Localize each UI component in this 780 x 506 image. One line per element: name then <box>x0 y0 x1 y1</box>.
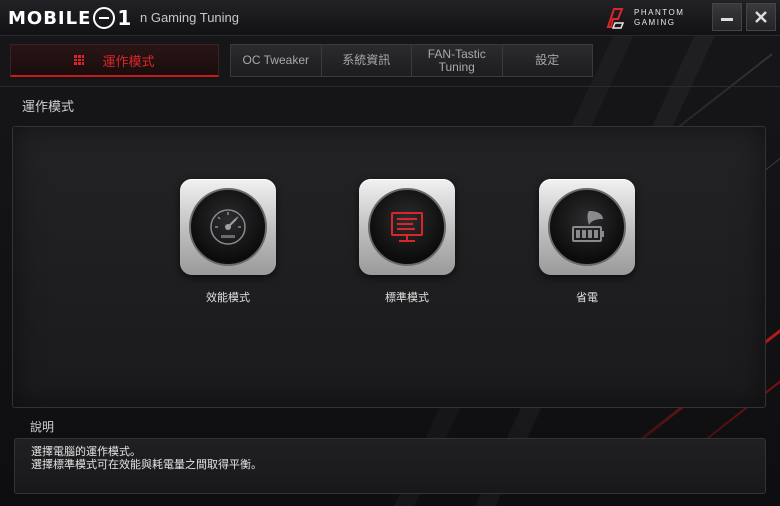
brand-text: PHANTOM GAMING <box>634 8 684 28</box>
mode-panel: 效能模式 標準模式 省電 <box>12 126 766 408</box>
app-title: n Gaming Tuning <box>140 10 240 25</box>
title-bar: MOBILE 1 n Gaming Tuning PHANTOM GAMING <box>0 0 780 36</box>
tab-system-info[interactable]: 系統資訊 <box>322 45 412 76</box>
tab-settings[interactable]: 設定 <box>503 45 593 76</box>
mode-label: 標準模式 <box>385 291 429 304</box>
description-line: 選擇標準模式可在效能與耗電量之間取得平衡。 <box>31 458 262 471</box>
minimize-button[interactable] <box>712 3 742 31</box>
mode-label: 效能模式 <box>206 291 250 304</box>
divider <box>0 86 780 87</box>
mode-tile[interactable] <box>359 179 455 275</box>
tab-label: FAN-Tastic Tuning <box>427 46 486 74</box>
mode-tile[interactable] <box>180 179 276 275</box>
brand-line2: GAMING <box>634 18 676 27</box>
battery-leaf-icon <box>572 211 604 242</box>
close-button[interactable] <box>746 3 776 31</box>
description-box: 選擇電腦的運作模式。 選擇標準模式可在效能與耗電量之間取得平衡。 <box>14 438 766 494</box>
grid-icon <box>74 55 85 65</box>
mode-disc <box>548 188 626 266</box>
phantom-gaming-icon <box>606 8 625 29</box>
description-line: 選擇電腦的運作模式。 <box>31 445 141 458</box>
tab-operation-mode[interactable]: 運作模式 <box>10 44 219 77</box>
watermark-text: MOBILE <box>8 7 92 29</box>
mode-disc <box>368 188 446 266</box>
mode-disc <box>189 188 267 266</box>
tab-label: 運作模式 <box>102 54 155 70</box>
mode-label: 省電 <box>576 291 598 304</box>
monitor-icon <box>391 212 423 242</box>
description-title: 說明 <box>30 420 55 434</box>
tab-bar: OC Tweaker 系統資訊 FAN-Tastic Tuning 設定 <box>230 44 593 77</box>
mode-power-saving[interactable]: 省電 <box>527 179 647 305</box>
minimize-icon <box>721 17 733 21</box>
watermark-suffix: 1 <box>117 6 133 30</box>
close-icon <box>755 11 767 23</box>
phantom-gaming-logo: PHANTOM GAMING <box>604 6 684 30</box>
watermark-o-icon <box>93 7 116 29</box>
tab-oc-tweaker[interactable]: OC Tweaker <box>231 45 322 76</box>
mode-standard[interactable]: 標準模式 <box>347 179 467 305</box>
mode-performance[interactable]: 效能模式 <box>168 179 288 305</box>
watermark-logo: MOBILE 1 <box>8 6 132 30</box>
brand-line1: PHANTOM <box>634 8 685 17</box>
app-window: MOBILE 1 n Gaming Tuning PHANTOM GAMING <box>0 0 780 506</box>
section-title: 運作模式 <box>22 100 75 115</box>
speedometer-icon <box>210 209 246 245</box>
tab-fan-tastic-tuning[interactable]: FAN-Tastic Tuning <box>412 45 503 76</box>
mode-tile[interactable] <box>539 179 635 275</box>
